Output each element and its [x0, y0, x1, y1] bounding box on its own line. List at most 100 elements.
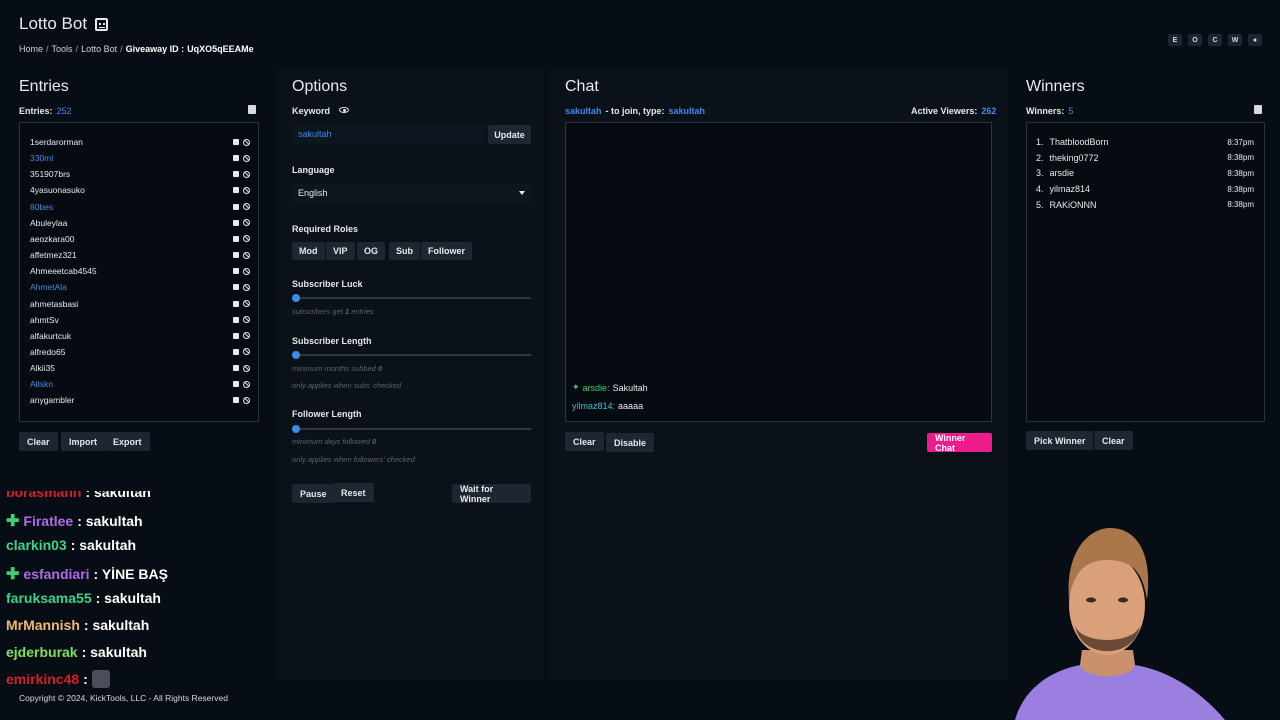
pause-button[interactable]: Pause — [292, 484, 335, 503]
winner-row[interactable]: 2. theking0772 8:38pm — [1036, 150, 1254, 166]
slider-knob[interactable] — [292, 425, 300, 433]
pick-winner-button[interactable]: Pick Winner — [1026, 431, 1094, 450]
ban-icon[interactable] — [243, 203, 250, 211]
chat-clear-button[interactable]: Clear — [565, 432, 604, 451]
select-square-icon[interactable] — [233, 365, 239, 372]
entry-row[interactable]: affetmez321 — [30, 247, 250, 263]
select-square-icon[interactable] — [233, 252, 239, 259]
slider-knob[interactable] — [292, 351, 300, 359]
ban-icon[interactable] — [243, 251, 250, 259]
entry-row[interactable]: 330ml — [30, 150, 250, 166]
entry-row[interactable]: ahmtSv — [30, 312, 250, 328]
ban-icon[interactable] — [243, 186, 250, 194]
select-square-icon[interactable] — [233, 300, 239, 307]
select-square-icon[interactable] — [233, 187, 239, 194]
o-icon[interactable]: O — [1188, 34, 1202, 46]
update-button[interactable]: Update — [488, 125, 531, 144]
eye-icon[interactable] — [339, 107, 349, 113]
winner-row[interactable]: 3. arsdie 8:38pm — [1036, 165, 1254, 181]
language-select[interactable]: English — [292, 183, 531, 203]
select-square-icon[interactable] — [233, 171, 239, 178]
breadcrumb-tools[interactable]: Tools — [52, 44, 73, 54]
role-sub-button[interactable]: Sub — [389, 242, 420, 260]
ban-icon[interactable] — [243, 154, 250, 162]
wait-for-winner-button[interactable]: Wait for Winner — [452, 484, 531, 504]
winner-row[interactable]: 5. RAKiONNN 8:38pm — [1036, 197, 1254, 213]
chat-box[interactable] — [565, 122, 992, 422]
ban-icon[interactable] — [243, 316, 250, 324]
entry-row[interactable]: ahmetasbasi — [30, 296, 250, 312]
sub-length-hint: minimum months subbed 0 — [292, 364, 383, 373]
entry-row[interactable]: alfakurtcuk — [30, 328, 250, 344]
ban-icon[interactable] — [243, 170, 250, 178]
select-square-icon[interactable] — [233, 284, 239, 291]
winner-chat-button[interactable]: Winner Chat — [927, 433, 992, 453]
select-square-icon[interactable] — [233, 268, 239, 275]
entry-row[interactable]: Altskn — [30, 376, 250, 392]
ban-icon[interactable] — [243, 235, 250, 243]
ban-icon[interactable] — [243, 267, 250, 275]
winner-row[interactable]: 4. yilmaz814 8:38pm — [1036, 181, 1254, 197]
entry-row[interactable]: alfredo65 — [30, 344, 250, 360]
entry-row[interactable]: AhmetAla — [30, 279, 250, 295]
entry-row[interactable]: Abuleylaa — [30, 215, 250, 231]
reset-button[interactable]: Reset — [333, 483, 374, 502]
select-square-icon[interactable] — [233, 155, 239, 162]
w-icon[interactable]: W — [1228, 34, 1242, 46]
ban-icon[interactable] — [243, 332, 250, 340]
chat-disable-button[interactable]: Disable — [606, 433, 655, 452]
c-icon[interactable]: C — [1208, 34, 1222, 46]
entry-row[interactable]: 351907brs — [30, 166, 250, 182]
entries-import-button[interactable]: Import — [61, 432, 105, 451]
entries-export-button[interactable]: Export — [105, 432, 150, 451]
ban-icon[interactable] — [243, 396, 250, 404]
entry-row[interactable]: 1serdarorman — [30, 134, 250, 150]
ban-icon[interactable] — [243, 348, 250, 356]
role-og-button[interactable]: OG — [357, 242, 386, 260]
entry-actions — [233, 186, 250, 194]
keyword-input[interactable]: sakultah — [292, 124, 485, 144]
e-icon[interactable]: E — [1168, 34, 1182, 46]
breadcrumb-lotto-bot[interactable]: Lotto Bot — [81, 44, 117, 54]
entry-row[interactable]: 80bes — [30, 199, 250, 215]
sub-length-slider[interactable] — [292, 351, 531, 359]
entry-row[interactable]: 4yasuonasuko — [30, 182, 250, 198]
role-vip-button[interactable]: VIP — [326, 242, 355, 260]
sub-length-label: Subscriber Length — [292, 336, 372, 346]
role-follower-button[interactable]: Follower — [421, 242, 473, 260]
select-square-icon[interactable] — [233, 219, 239, 226]
entry-name: aeozkara00 — [30, 233, 75, 244]
entry-row[interactable]: Ahmeeetcab4545 — [30, 263, 250, 279]
winners-clear-button[interactable]: Clear — [1094, 431, 1133, 450]
select-square-icon[interactable] — [233, 332, 239, 339]
ban-icon[interactable] — [243, 364, 250, 372]
entry-row[interactable]: aeozkara00 — [30, 231, 250, 247]
ban-icon[interactable] — [243, 300, 250, 307]
select-square-icon[interactable] — [233, 381, 239, 388]
sub-luck-slider[interactable] — [292, 294, 531, 302]
dot-icon[interactable]: ● — [1248, 34, 1262, 46]
entry-actions — [233, 316, 250, 324]
winner-rank: 3. — [1036, 168, 1044, 179]
ban-icon[interactable] — [243, 219, 250, 227]
role-mod-button[interactable]: Mod — [292, 242, 325, 260]
select-square-icon[interactable] — [233, 316, 239, 323]
select-square-icon[interactable] — [233, 139, 239, 145]
ban-icon[interactable] — [243, 380, 250, 388]
winner-row[interactable]: 1. ThatbloodBorn 8:37pm — [1036, 134, 1254, 150]
select-square-icon[interactable] — [233, 203, 239, 210]
copy-icon[interactable] — [1254, 105, 1262, 114]
ban-icon[interactable] — [243, 138, 250, 146]
ban-icon[interactable] — [243, 283, 250, 291]
copy-icon[interactable] — [248, 105, 256, 114]
follower-length-slider[interactable] — [292, 425, 531, 433]
select-square-icon[interactable] — [233, 235, 239, 242]
select-square-icon[interactable] — [233, 348, 239, 355]
chat-username: yilmaz814: — [572, 401, 616, 411]
breadcrumb-home[interactable]: Home — [19, 44, 43, 54]
slider-knob[interactable] — [292, 294, 300, 302]
entry-row[interactable]: Alkii35 — [30, 360, 250, 376]
select-square-icon[interactable] — [233, 397, 239, 404]
entries-clear-button[interactable]: Clear — [19, 432, 58, 451]
entry-row[interactable]: anygambler — [30, 392, 250, 408]
